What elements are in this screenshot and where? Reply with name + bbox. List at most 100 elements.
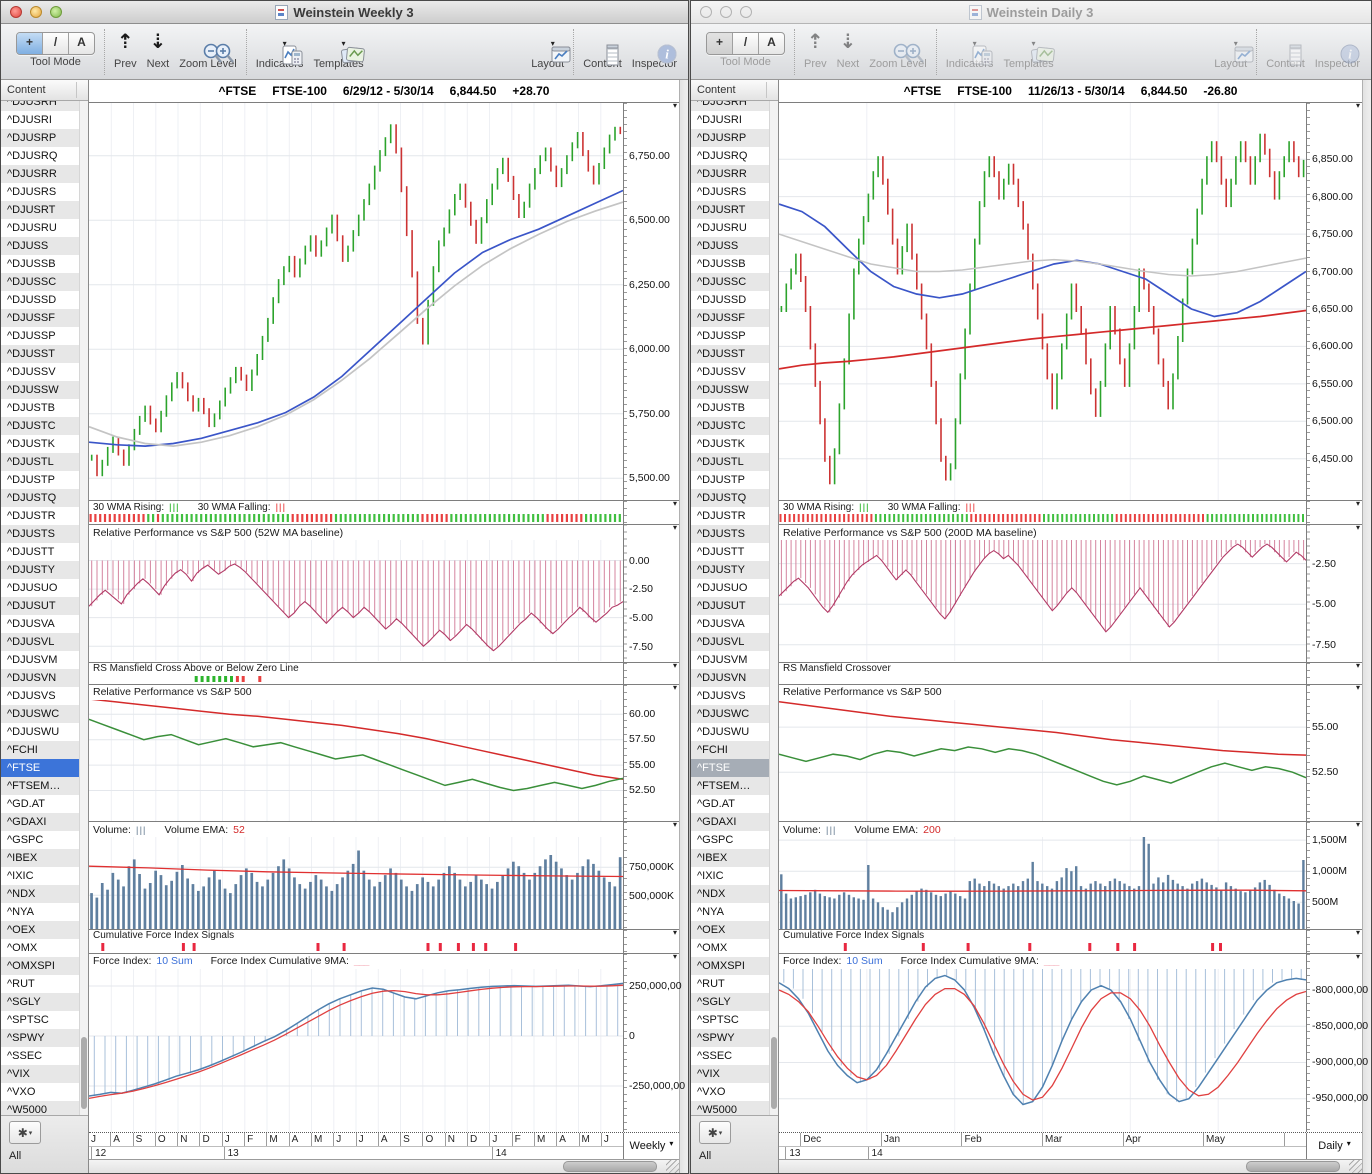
list-action-button[interactable]: ✱▾ [699, 1121, 731, 1144]
sidebar-item-symbol[interactable]: ^DJUSTB [1, 399, 88, 417]
sidebar-item-symbol[interactable]: ^SPTSC [691, 1011, 778, 1029]
sidebar-item-symbol[interactable]: ^SSEC [691, 1047, 778, 1065]
sidebar-item-symbol[interactable]: ^FTSEM… [1, 777, 88, 795]
sidebar-item-symbol[interactable]: ^DJUSVN [691, 669, 778, 687]
sidebar-item-symbol[interactable]: ^W5000 [1, 1101, 88, 1115]
panel-disclosure-icon[interactable]: ▾ [1356, 523, 1360, 532]
templates-button[interactable]: ▾ Templates [1003, 27, 1053, 70]
panel-disclosure-icon[interactable]: ▾ [1356, 499, 1360, 508]
sidebar-item-symbol[interactable]: ^NYA [1, 903, 88, 921]
sidebar-item-symbol[interactable]: ^RUT [691, 975, 778, 993]
sidebar-item-symbol[interactable]: ^OMX [1, 939, 88, 957]
sidebar-item-symbol[interactable]: ^IXIC [1, 867, 88, 885]
crosshair-tool-button[interactable]: + [707, 33, 733, 54]
sidebar-item-symbol[interactable]: ^DJUSRU [691, 219, 778, 237]
sidebar-item-symbol[interactable]: ^FCHI [1, 741, 88, 759]
sidebar-item-symbol[interactable]: ^IXIC [691, 867, 778, 885]
minimize-button[interactable] [30, 6, 42, 18]
panel-disclosure-icon[interactable]: ▾ [1356, 683, 1360, 692]
sidebar-item-symbol[interactable]: ^GD.AT [691, 795, 778, 813]
content-button[interactable]: Content [1266, 27, 1305, 70]
sidebar-item-symbol[interactable]: ^DJUSS [1, 237, 88, 255]
sidebar-item-symbol[interactable]: ^DJUSSF [691, 309, 778, 327]
sidebar-item-symbol[interactable]: ^DJUSTY [1, 561, 88, 579]
vertical-scrollbar[interactable] [679, 80, 688, 1173]
volume-chart[interactable] [779, 837, 1306, 929]
sidebar-header[interactable]: Content [1, 80, 88, 101]
sidebar-item-symbol[interactable]: ^GDAXI [691, 813, 778, 831]
sidebar-item-symbol[interactable]: ^DJUSTL [691, 453, 778, 471]
sidebar-item-symbol[interactable]: ^DJUSRH [691, 101, 778, 111]
sidebar-item-symbol[interactable]: ^DJUSUO [691, 579, 778, 597]
wma-signal-strip[interactable] [779, 513, 1306, 524]
sidebar-item-symbol[interactable]: ^GD.AT [1, 795, 88, 813]
sidebar-item-symbol[interactable]: ^DJUSSC [691, 273, 778, 291]
sidebar-item-symbol[interactable]: ^GDAXI [1, 813, 88, 831]
indicators-button[interactable]: ▾ Indicators [946, 27, 994, 70]
panel-disclosure-icon[interactable]: ▾ [673, 820, 677, 829]
horizontal-scrollbar[interactable] [89, 1159, 679, 1173]
sidebar-item-symbol[interactable]: ^VXO [691, 1083, 778, 1101]
panel-disclosure-icon[interactable]: ▾ [673, 928, 677, 937]
sidebar-item-symbol[interactable]: ^VIX [691, 1065, 778, 1083]
panel-disclosure-icon[interactable]: ▾ [673, 661, 677, 670]
force-index-chart[interactable] [89, 969, 623, 1132]
vertical-scrollbar[interactable] [1362, 80, 1371, 1173]
scrollbar-thumb[interactable] [771, 1037, 777, 1109]
panel-disclosure-icon[interactable]: ▾ [1356, 101, 1360, 110]
sidebar-item-symbol[interactable]: ^DJUSS [691, 237, 778, 255]
sidebar-item-symbol[interactable]: ^GSPC [691, 831, 778, 849]
sidebar-header[interactable]: Content [691, 80, 778, 101]
sidebar-item-symbol[interactable]: ^DJUSTP [691, 471, 778, 489]
sidebar-item-symbol[interactable]: ^DJUSTS [691, 525, 778, 543]
list-filter-label[interactable]: All [9, 1150, 88, 1162]
price-chart[interactable] [779, 103, 1306, 500]
sidebar-item-symbol[interactable]: ^OMX [691, 939, 778, 957]
sidebar-item-symbol[interactable]: ^NDX [691, 885, 778, 903]
layout-button[interactable]: ▾ Layout [531, 27, 564, 70]
sidebar-item-symbol[interactable]: ^DJUSRU [1, 219, 88, 237]
panel-disclosure-icon[interactable]: ▾ [673, 683, 677, 692]
sidebar-item-symbol[interactable]: ^VIX [1, 1065, 88, 1083]
sidebar-item-symbol[interactable]: ^DJUSSB [691, 255, 778, 273]
rs-line-chart[interactable] [779, 700, 1306, 821]
sidebar-item-symbol[interactable]: ^OMXSPI [1, 957, 88, 975]
sidebar-item-symbol[interactable]: ^DJUSSC [1, 273, 88, 291]
trendline-tool-button[interactable]: / [733, 33, 759, 54]
close-button[interactable] [10, 6, 22, 18]
sidebar-item-symbol[interactable]: ^DJUSSW [1, 381, 88, 399]
sidebar-item-symbol[interactable]: ^DJUSRP [1, 129, 88, 147]
panel-disclosure-icon[interactable]: ▾ [673, 499, 677, 508]
sidebar-item-symbol[interactable]: ^DJUSSP [1, 327, 88, 345]
sidebar-item-symbol[interactable]: ^RUT [1, 975, 88, 993]
close-button[interactable] [700, 6, 712, 18]
list-action-button[interactable]: ✱▾ [9, 1121, 41, 1144]
sidebar-item-symbol[interactable]: ^DJUSST [691, 345, 778, 363]
sidebar-item-symbol[interactable]: ^DJUSTY [691, 561, 778, 579]
sidebar-item-symbol[interactable]: ^DJUSRP [691, 129, 778, 147]
inspector-button[interactable]: i Inspector [632, 27, 677, 70]
sidebar-item-symbol[interactable]: ^DJUSTR [691, 507, 778, 525]
sidebar-item-symbol[interactable]: ^DJUSRS [1, 183, 88, 201]
price-chart[interactable] [89, 103, 623, 500]
sidebar-item-symbol[interactable]: ^DJUSSV [691, 363, 778, 381]
relative-performance-chart[interactable] [89, 540, 623, 661]
sidebar-item-symbol[interactable]: ^SPTSC [1, 1011, 88, 1029]
sidebar-item-symbol[interactable]: ^DJUSTQ [691, 489, 778, 507]
zoom-button[interactable] [740, 6, 752, 18]
scrollbar-thumb[interactable] [1246, 1161, 1340, 1172]
mansfield-strip[interactable] [779, 675, 1306, 684]
sidebar-item-symbol[interactable]: ^SGLY [691, 993, 778, 1011]
text-tool-button[interactable]: A [759, 33, 784, 54]
sidebar-scrollbar[interactable] [79, 101, 88, 1115]
sidebar-item-symbol[interactable]: ^DJUSSV [1, 363, 88, 381]
panel-disclosure-icon[interactable]: ▾ [1356, 820, 1360, 829]
panel-disclosure-icon[interactable]: ▾ [1356, 952, 1360, 961]
sidebar-item-symbol[interactable]: ^FTSE [1, 759, 88, 777]
sidebar-item-symbol[interactable]: ^DJUSTT [691, 543, 778, 561]
sidebar-item-symbol[interactable]: ^IBEX [1, 849, 88, 867]
sidebar-item-symbol[interactable]: ^OEX [691, 921, 778, 939]
relative-performance-chart[interactable] [779, 540, 1306, 661]
sidebar-item-symbol[interactable]: ^DJUSSD [691, 291, 778, 309]
sidebar-item-symbol[interactable]: ^DJUSWU [1, 723, 88, 741]
